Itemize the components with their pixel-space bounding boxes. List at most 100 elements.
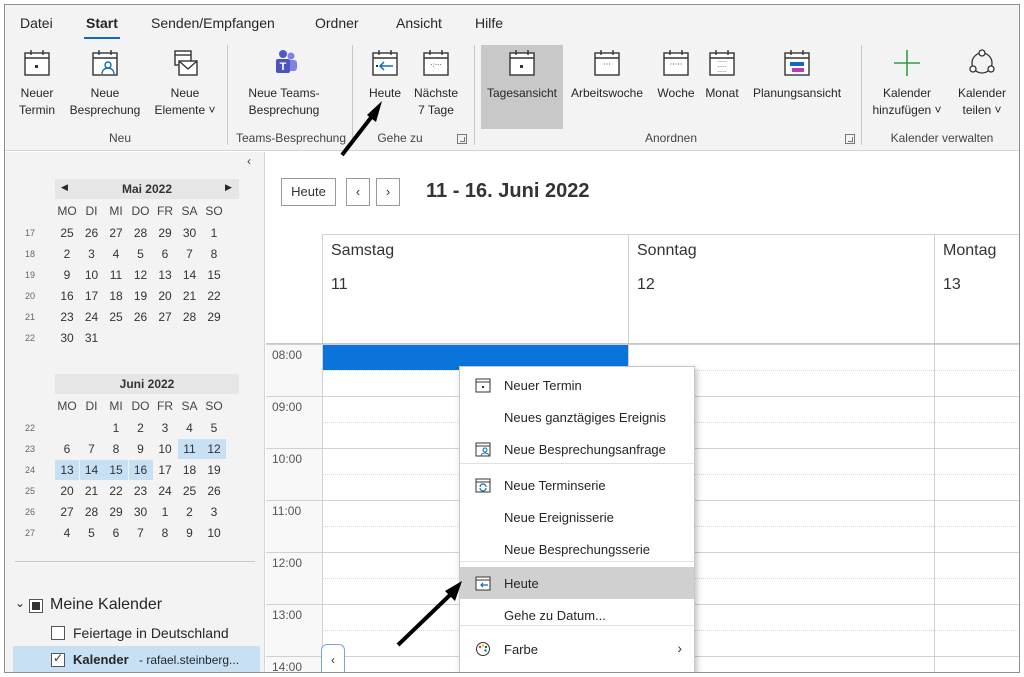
mini-day[interactable]: 12 (202, 439, 226, 459)
calendar-item-holidays[interactable]: Feiertage in Deutschland (73, 625, 229, 641)
week-button[interactable]: ····· Woche (651, 45, 701, 102)
mini-day[interactable]: 6 (104, 523, 128, 543)
mini-day[interactable]: 30 (129, 502, 153, 522)
mini-day[interactable]: 4 (178, 418, 202, 438)
mini-day[interactable]: 16 (55, 286, 79, 306)
mini-day[interactable]: 30 (55, 328, 79, 348)
mini-day[interactable]: 10 (80, 265, 104, 285)
mini-day[interactable]: 10 (202, 523, 226, 543)
next-month-icon[interactable]: ▶ (225, 182, 232, 193)
month-button[interactable]: ····· ····· ····· Monat (701, 45, 743, 102)
mini-day[interactable]: 19 (129, 286, 153, 306)
mini-day[interactable]: 21 (80, 481, 104, 501)
menu-item[interactable]: Farbe › (460, 633, 694, 665)
mini-day[interactable]: 27 (55, 502, 79, 522)
mini-day[interactable]: 25 (178, 481, 202, 501)
dialog-launcher-icon[interactable] (845, 134, 855, 144)
mini-day[interactable]: 11 (104, 265, 128, 285)
share-calendar-button[interactable]: Kalender teilen ˅ (951, 45, 1013, 119)
mini-day[interactable]: 9 (129, 439, 153, 459)
mini-day[interactable]: 5 (80, 523, 104, 543)
mini-day[interactable]: 6 (153, 244, 177, 264)
mini-day[interactable]: 11 (177, 439, 202, 459)
dialog-launcher-icon[interactable] (457, 134, 467, 144)
menu-item[interactable]: Neues ganztägiges Ereignis (460, 401, 694, 433)
menu-item[interactable]: Neue Besprechungsanfrage (460, 433, 694, 465)
holidays-checkbox[interactable] (51, 626, 65, 640)
mini-day[interactable]: 3 (153, 418, 177, 438)
mini-day[interactable]: 13 (55, 460, 79, 480)
mini-day[interactable]: 7 (129, 523, 153, 543)
tab-ansicht[interactable]: Ansicht (396, 15, 442, 31)
new-meeting-button[interactable]: Neue Besprechung (65, 45, 145, 119)
today-button[interactable]: Heute (363, 45, 407, 102)
mini-day[interactable]: 8 (104, 439, 128, 459)
mini-day[interactable]: 29 (202, 307, 226, 327)
mini-day[interactable]: 9 (178, 523, 202, 543)
schedule-view-button[interactable]: Planungsansicht (745, 45, 849, 102)
mini-day[interactable]: 5 (202, 418, 226, 438)
collapse-pane-icon[interactable]: ‹ (247, 154, 251, 168)
mini-day[interactable]: 17 (153, 460, 177, 480)
mini-day[interactable]: 20 (55, 481, 79, 501)
mini-day[interactable]: 16 (128, 460, 153, 480)
mini-day[interactable]: 17 (80, 286, 104, 306)
work-week-button[interactable]: ··· Arbeitswoche (565, 45, 649, 102)
mini-day[interactable]: 7 (178, 244, 202, 264)
mini-day[interactable]: 4 (55, 523, 79, 543)
tab-datei[interactable]: Datei (20, 15, 53, 31)
mini-day[interactable]: 13 (153, 265, 177, 285)
mini-day[interactable]: 8 (202, 244, 226, 264)
next-button[interactable]: › (376, 178, 400, 206)
mini-day[interactable]: 4 (104, 244, 128, 264)
mini-day[interactable]: 26 (129, 307, 153, 327)
chevron-down-icon[interactable]: ⌄ (15, 596, 25, 610)
menu-item[interactable]: Gehe zu Datum... (460, 599, 694, 631)
my-calendars-group[interactable]: Meine Kalender (50, 596, 162, 614)
group-checkbox[interactable] (29, 599, 43, 613)
mini-day[interactable]: 29 (153, 223, 177, 243)
mini-day[interactable]: 2 (55, 244, 79, 264)
day-header-sonntag[interactable]: Sonntag 12 (628, 234, 934, 344)
new-teams-meeting-button[interactable]: T Neue Teams- Besprechung (239, 45, 329, 119)
mini-day[interactable]: 3 (80, 244, 104, 264)
mini-day[interactable]: 23 (129, 481, 153, 501)
next-7-days-button[interactable]: ·:··· Nächste 7 Tage (409, 45, 463, 119)
previous-button[interactable]: ‹ (346, 178, 370, 206)
menu-item[interactable]: Neue Ereignisserie (460, 501, 694, 533)
mini-day[interactable]: 28 (80, 502, 104, 522)
today-nav-button[interactable]: Heute (281, 178, 336, 206)
mini-day[interactable]: 7 (80, 439, 104, 459)
new-appointment-button[interactable]: Neuer Termin (15, 45, 59, 119)
mini-day[interactable]: 27 (104, 223, 128, 243)
mini-day[interactable]: 14 (79, 460, 104, 480)
calendar-item-active[interactable]: ✓ Kalender - rafael.steinberg... (13, 646, 260, 672)
mini-day[interactable]: 2 (129, 418, 153, 438)
mini-day[interactable]: 27 (153, 307, 177, 327)
active-calendar-checkbox[interactable]: ✓ (51, 651, 65, 667)
mini-day[interactable]: 10 (153, 439, 177, 459)
day-header-montag[interactable]: Montag 13 (934, 234, 1019, 344)
new-items-button[interactable]: Neue Elemente ˅ (147, 45, 223, 119)
mini-day[interactable]: 23 (55, 307, 79, 327)
mini-day[interactable]: 29 (104, 502, 128, 522)
mini-day[interactable]: 9 (55, 265, 79, 285)
tab-start[interactable]: Start (84, 15, 120, 40)
tab-hilfe[interactable]: Hilfe (475, 15, 503, 31)
mini-day[interactable]: 14 (178, 265, 202, 285)
mini-day[interactable]: 26 (202, 481, 226, 501)
menu-item[interactable]: Neuer Termin (460, 369, 694, 401)
mini-day[interactable]: 21 (178, 286, 202, 306)
collapse-left-tab-icon[interactable]: ‹ (321, 644, 345, 672)
mini-day[interactable]: 28 (129, 223, 153, 243)
mini-day[interactable]: 12 (129, 265, 153, 285)
mini-day[interactable]: 1 (153, 502, 177, 522)
mini-day[interactable]: 15 (104, 460, 128, 480)
mini-day[interactable]: 28 (178, 307, 202, 327)
mini-day[interactable]: 1 (104, 418, 128, 438)
mini-day[interactable]: 25 (55, 223, 79, 243)
day-header-samstag[interactable]: Samstag 11 (322, 234, 628, 344)
mini-day[interactable]: 6 (55, 439, 79, 459)
tab-senden-empfangen[interactable]: Senden/Empfangen (151, 15, 275, 31)
mini-day[interactable]: 15 (202, 265, 226, 285)
